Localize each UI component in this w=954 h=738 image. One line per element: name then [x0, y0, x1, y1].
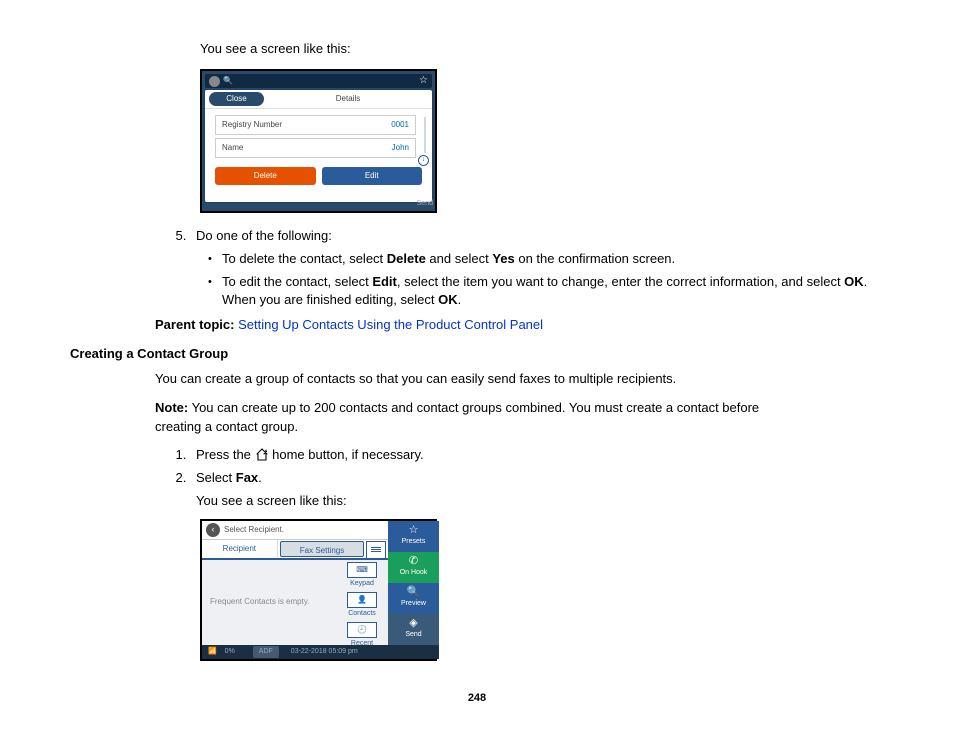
intro-text: You see a screen like this: [200, 40, 894, 59]
close-button[interactable]: Close [209, 92, 264, 106]
heading-creating-group: Creating a Contact Group [70, 345, 894, 364]
recent-button[interactable]: 🕘 [347, 622, 377, 638]
status-bar: 📶 0% ADF 03-22-2018 05:09 pm [202, 645, 439, 659]
contacts-label: Contacts [342, 609, 382, 619]
onhook-button[interactable]: ✆ On Hook [388, 552, 439, 583]
star-icon: ☆ [409, 525, 419, 536]
edit-button[interactable]: Edit [322, 167, 423, 185]
keypad-button[interactable]: ⌨ [347, 562, 377, 578]
tab-fax-settings[interactable]: Fax Settings [280, 541, 365, 557]
home-icon [255, 448, 269, 461]
name-row[interactable]: Name John [215, 138, 416, 158]
back-icon [209, 76, 220, 87]
frequent-empty-text: Frequent Contacts is empty. [210, 596, 309, 608]
diamond-icon: ◈ [409, 618, 417, 629]
step-list-group: Press the home button, if necessary. Sel… [170, 446, 894, 511]
note-block: Note: You can create up to 200 contacts … [155, 399, 795, 437]
presets-button[interactable]: ☆ Presets [388, 521, 439, 552]
select-recipient-text: Select Recipient. [224, 524, 284, 536]
page-number: 248 [60, 691, 894, 707]
step-1: Press the home button, if necessary. [190, 446, 894, 465]
back-button[interactable]: ‹ [206, 523, 220, 537]
magnify-icon: 🔍 [407, 587, 421, 598]
name-label: Name [222, 142, 243, 154]
menu-icon[interactable] [366, 541, 386, 559]
search-placeholder: 🔍 [223, 75, 233, 87]
status-percent: 📶 0% [208, 647, 241, 657]
registry-row[interactable]: Registry Number 0001 [215, 115, 416, 135]
phone-icon: ✆ [409, 556, 418, 567]
registry-value: 0001 [391, 119, 409, 131]
screenshot-contact-details: 🔍 ☆ Close Details Registry Number 0001 N… [200, 69, 437, 213]
screenshot-fax-screen: ‹ Select Recipient. Recipient Fax Settin… [200, 519, 437, 661]
send-button[interactable]: ◈ Send [388, 614, 439, 645]
details-title: Details [264, 90, 432, 108]
step-2: Select Fax. You see a screen like this: [190, 469, 894, 511]
group-intro: You can create a group of contacts so th… [155, 370, 795, 389]
scroll-down-icon[interactable]: ↓ [418, 155, 429, 166]
name-value: John [392, 142, 409, 154]
registry-label: Registry Number [222, 119, 282, 131]
step-5: Do one of the following: [190, 227, 894, 246]
send-label: Send [417, 199, 433, 209]
star-icon: ☆ [419, 74, 428, 89]
contacts-button[interactable]: 👤 [347, 592, 377, 608]
status-adf: ADF [253, 646, 279, 658]
delete-button[interactable]: Delete [215, 167, 316, 185]
status-time: 03-22-2018 05:09 pm [291, 647, 358, 657]
parent-topic-link[interactable]: Setting Up Contacts Using the Product Co… [238, 317, 543, 332]
parent-topic: Parent topic: Setting Up Contacts Using … [155, 316, 795, 335]
bullet-delete: To delete the contact, select Delete and… [212, 250, 894, 269]
scrollbar[interactable] [424, 117, 426, 153]
tab-recipient[interactable]: Recipient [202, 540, 278, 558]
bullet-edit: To edit the contact, select Edit, select… [212, 273, 894, 311]
sub-bullets: To delete the contact, select Delete and… [192, 250, 894, 311]
step-2-aux: You see a screen like this: [196, 492, 894, 511]
step-list-5: Do one of the following: [170, 227, 894, 246]
preview-button[interactable]: 🔍 Preview [388, 583, 439, 614]
keypad-label: Keypad [342, 579, 382, 589]
